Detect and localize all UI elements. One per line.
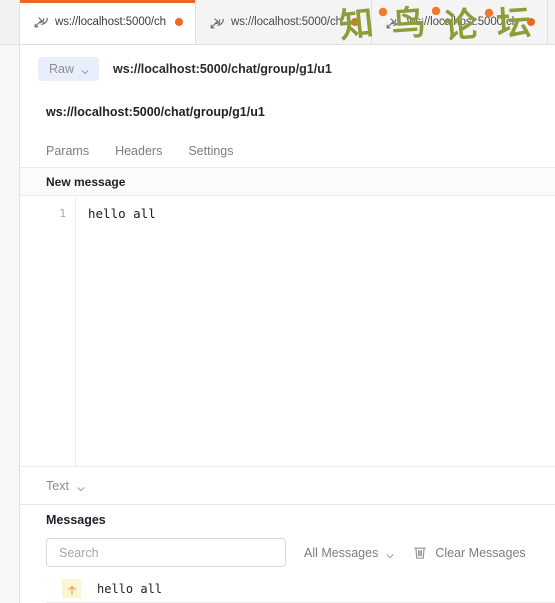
tab-settings[interactable]: Settings <box>188 144 233 158</box>
tab-bar: ws://localhost:5000/ch ws://localhost:50… <box>20 0 555 45</box>
clear-messages-label: Clear Messages <box>435 545 526 560</box>
editor-line: hello all <box>88 206 156 221</box>
chevron-down-icon <box>80 64 90 75</box>
content-type-select[interactable]: Text <box>46 479 86 493</box>
protocol-select-label: Raw <box>49 62 75 76</box>
search-input[interactable] <box>57 544 275 561</box>
tab-label: ws://localhost:5000/ch <box>55 15 166 28</box>
line-number: 1 <box>59 207 66 220</box>
main-column: ws://localhost:5000/ch ws://localhost:50… <box>20 0 555 603</box>
messages-filter-select[interactable]: All Messages <box>304 546 395 560</box>
connection-url-heading: ws://localhost:5000/chat/group/g1/u1 <box>46 105 265 119</box>
clear-messages-button[interactable]: Clear Messages <box>413 545 526 560</box>
messages-title: Messages <box>46 512 106 527</box>
tab-params[interactable]: Params <box>46 144 89 158</box>
url-value[interactable]: ws://localhost:5000/chat/group/g1/u1 <box>113 62 332 76</box>
chevron-down-icon <box>385 548 395 558</box>
message-direction-badge <box>62 579 81 598</box>
tab-headers[interactable]: Headers <box>115 144 162 158</box>
websocket-client-window: ws://localhost:5000/ch ws://localhost:50… <box>0 0 555 603</box>
trash-icon <box>413 545 427 560</box>
content-type-label: Text <box>46 478 69 493</box>
editor-footer: Text <box>20 466 555 504</box>
message-editor[interactable]: 1 hello all <box>20 196 555 466</box>
websocket-icon <box>385 15 400 30</box>
arrow-up-icon <box>67 583 77 596</box>
tab-label: ws://localhost:5000/ch <box>407 16 518 28</box>
protocol-select[interactable]: Raw <box>38 57 100 81</box>
new-message-title: New message <box>46 174 126 189</box>
message-row[interactable]: hello all <box>46 575 555 603</box>
websocket-icon <box>209 15 224 30</box>
messages-header: Messages <box>20 504 555 534</box>
tab-websocket-2[interactable]: ws://localhost:5000/ch <box>196 0 372 44</box>
messages-filter-label: All Messages <box>304 545 379 560</box>
editor-content[interactable]: hello all <box>76 196 555 466</box>
tab-status-dot <box>351 18 359 26</box>
messages-controls: All Messages Clear Messages <box>20 534 555 575</box>
left-rail <box>0 0 20 603</box>
websocket-icon <box>33 14 48 29</box>
tab-websocket-3[interactable]: ws://localhost:5000/ch <box>372 0 548 44</box>
tab-label: ws://localhost:5000/ch <box>231 16 342 28</box>
message-text: hello all <box>97 581 163 596</box>
left-rail-header <box>0 0 19 45</box>
url-bar: Raw ws://localhost:5000/chat/group/g1/u1 <box>20 45 555 91</box>
editor-gutter: 1 <box>20 196 76 466</box>
tab-status-dot <box>175 17 183 26</box>
search-box[interactable] <box>46 538 286 567</box>
tab-status-dot <box>527 18 535 26</box>
tab-websocket-1[interactable]: ws://localhost:5000/ch <box>20 0 196 44</box>
new-message-header: New message <box>20 168 555 196</box>
messages-list: hello all <box>20 575 555 603</box>
chevron-down-icon <box>76 481 86 491</box>
request-subtabs: Params Headers Settings <box>20 135 555 168</box>
